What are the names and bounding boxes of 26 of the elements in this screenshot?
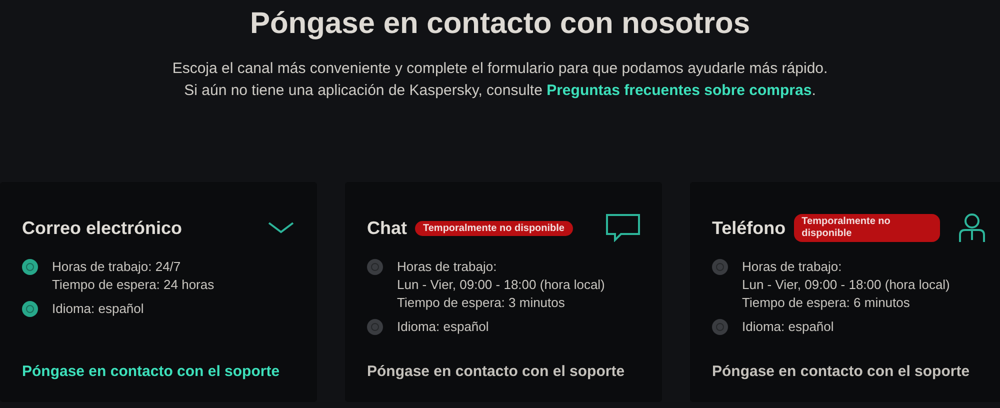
detail-text: Horas de trabajo:	[397, 258, 498, 276]
detail-text: Lun - Vier, 09:00 - 18:00 (hora local)	[397, 276, 605, 294]
chevron-down-icon[interactable]	[267, 220, 295, 236]
channel-title: Chat	[367, 218, 407, 238]
faq-note: Si aún no tiene una aplicación de Kaspersky, consulte Preguntas frecuentes sobre compras.	[183, 81, 817, 101]
detail-text: Idioma: español	[52, 300, 144, 318]
intro-text: Escoja el canal más conveniente y complete el formulario para que podamos ayudarle más rápido.	[171, 59, 829, 79]
detail-text: Idioma: español	[742, 318, 834, 336]
detail-text: Lun - Vier, 09:00 - 18:00 (hora local)	[742, 276, 950, 294]
channel-title: Teléfono	[712, 218, 786, 238]
faq-link[interactable]: Preguntas frecuentes sobre compras	[546, 82, 812, 99]
detail-text: Horas de trabajo: 24/7	[52, 258, 182, 276]
contact-support-link[interactable]: Póngase en contacto con el soporte	[22, 362, 280, 382]
channel-title: Correo electrónico	[22, 218, 182, 238]
status-badge: Temporalmente no disponible	[415, 220, 572, 236]
detail-text: Tiempo de espera: 3 minutos	[397, 294, 566, 312]
detail-text: Tiempo de espera: 24 horas	[52, 276, 214, 294]
contact-support-link[interactable]: Póngase en contacto con el soporte	[712, 362, 970, 382]
person-icon	[959, 213, 985, 243]
page-heading: Póngase en contacto con nosotros	[248, 6, 752, 42]
detail-text: Tiempo de espera: 6 minutos	[742, 294, 911, 312]
detail-text: Horas de trabajo:	[742, 258, 843, 276]
chat-bubble-icon	[606, 214, 640, 242]
status-badge: Temporalmente no disponible	[794, 214, 940, 242]
detail-text: Idioma: español	[397, 318, 489, 336]
contact-support-link[interactable]: Póngase en contacto con el soporte	[367, 362, 625, 382]
